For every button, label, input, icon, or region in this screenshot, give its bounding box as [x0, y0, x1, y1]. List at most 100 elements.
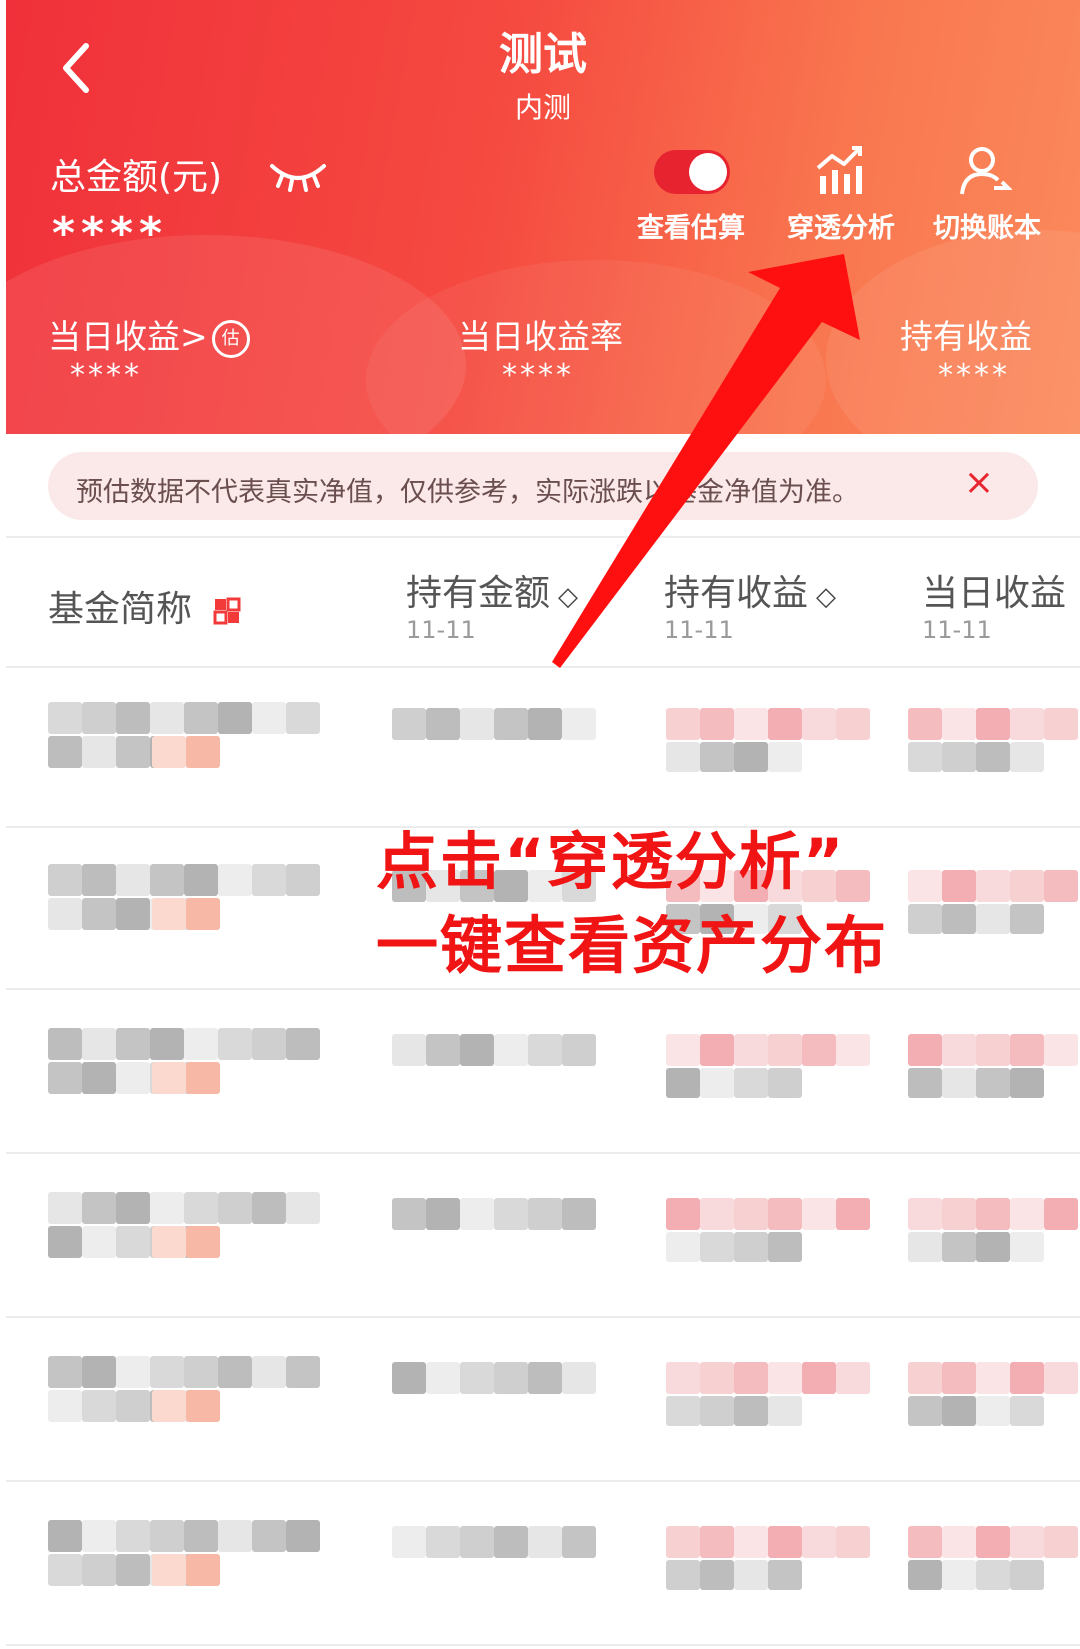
blurred-cell: [562, 1526, 596, 1558]
daily-income-rate-label: 当日收益率: [458, 317, 623, 356]
blurred-cell: [82, 736, 116, 768]
blurred-cell: [908, 1526, 942, 1558]
column-holding-amount-date: 11-11: [406, 616, 476, 644]
column-fund-name[interactable]: 基金简称: [48, 580, 241, 632]
column-daily-income[interactable]: 当日收益: [922, 564, 1066, 616]
blurred-cell: [494, 1034, 528, 1066]
blurred-cell: [1010, 1034, 1044, 1066]
blurred-cell: [48, 1554, 82, 1586]
blurred-cell: [150, 1520, 184, 1552]
blurred-cell: [1010, 1232, 1044, 1262]
blurred-cell: [218, 702, 252, 734]
blurred-cell: [942, 1034, 976, 1066]
blurred-cell: [802, 1198, 836, 1230]
blurred-cell: [494, 1526, 528, 1558]
blurred-cell: [116, 1356, 150, 1388]
blurred-cell: [392, 1362, 426, 1394]
estimate-toggle[interactable]: [654, 150, 730, 194]
blurred-cell: [186, 1554, 220, 1586]
analysis-chart-icon[interactable]: [812, 142, 868, 198]
blurred-cell: [494, 1198, 528, 1230]
blurred-cell: [768, 1362, 802, 1394]
sort-icon[interactable]: ◇: [558, 582, 578, 612]
blurred-cell: [82, 1356, 116, 1388]
blurred-cell: [184, 1356, 218, 1388]
blurred-cell: [48, 1062, 82, 1094]
blurred-cell: [836, 1034, 870, 1066]
blurred-cell: [976, 1198, 1010, 1230]
blurred-cell: [528, 1034, 562, 1066]
blurred-cell: [286, 1028, 320, 1060]
blurred-cell: [1010, 742, 1044, 772]
badge-icon: 估: [211, 319, 250, 358]
blurred-cell: [82, 1226, 116, 1258]
eye-closed-icon[interactable]: [268, 156, 328, 192]
blurred-cell: [942, 904, 976, 934]
blurred-cell: [666, 742, 700, 772]
blurred-cell: [184, 1028, 218, 1060]
blurred-cell: [908, 1034, 942, 1066]
divider: [6, 1152, 1080, 1154]
penetration-analysis-button[interactable]: 穿透分析: [776, 206, 906, 245]
column-holding-income[interactable]: 持有收益 ◇: [664, 564, 836, 616]
blurred-cell: [116, 1192, 150, 1224]
switch-user-icon[interactable]: [958, 144, 1012, 198]
blurred-cell: [48, 736, 82, 768]
blurred-cell: [666, 1068, 700, 1098]
blurred-cell: [1044, 1362, 1078, 1394]
blurred-cell: [48, 1520, 82, 1552]
tool-label-estimate[interactable]: 查看估算: [626, 206, 756, 245]
notice-text: 预估数据不代表真实净值，仅供参考，实际涨跌以基金净值为准。: [76, 477, 859, 508]
blurred-cell: [186, 736, 220, 768]
blurred-cell: [976, 1362, 1010, 1394]
blurred-cell: [82, 702, 116, 734]
switch-ledger-button[interactable]: 切换账本: [922, 206, 1052, 245]
blurred-cell: [82, 898, 116, 930]
close-icon[interactable]: ×: [964, 462, 994, 503]
sort-grid-icon[interactable]: [213, 597, 241, 625]
blurred-cell: [392, 1526, 426, 1558]
blurred-cell: [48, 898, 82, 930]
blurred-cell: [116, 1226, 150, 1258]
blurred-cell: [908, 870, 942, 902]
blurred-cell: [734, 1034, 768, 1066]
column-daily-income-date: 11-11: [922, 616, 992, 644]
blurred-cell: [734, 1068, 768, 1098]
page-subtitle: 内测: [514, 91, 571, 124]
blurred-cell: [942, 708, 976, 740]
blurred-cell: [734, 1362, 768, 1394]
blurred-cell: [152, 1390, 186, 1422]
sort-icon[interactable]: ◇: [816, 582, 836, 612]
blurred-cell: [392, 1034, 426, 1066]
blurred-cell: [426, 1526, 460, 1558]
blurred-cell: [976, 1068, 1010, 1098]
blurred-cell: [976, 742, 1010, 772]
blurred-cell: [252, 702, 286, 734]
blurred-cell: [286, 702, 320, 734]
blurred-cell: [700, 708, 734, 740]
blurred-cell: [768, 708, 802, 740]
header: 测试 内测 总金额(元) **** 查看估算 穿透分析 切换账本 当日收益> 估 …: [6, 0, 1080, 434]
blurred-cell: [768, 1526, 802, 1558]
blurred-cell: [1010, 708, 1044, 740]
blurred-cell: [942, 1362, 976, 1394]
total-amount-label: 总金额(元): [50, 157, 223, 198]
daily-income-label[interactable]: 当日收益> 估: [48, 310, 250, 358]
blurred-cell: [1010, 1198, 1044, 1230]
blurred-cell: [908, 742, 942, 772]
blurred-cell: [184, 702, 218, 734]
daily-income-label-text: 当日收益: [48, 317, 180, 356]
blurred-cell: [426, 1034, 460, 1066]
column-holding-amount[interactable]: 持有金额 ◇: [406, 564, 578, 616]
blurred-cell: [836, 1526, 870, 1558]
blurred-cell: [392, 1198, 426, 1230]
blurred-cell: [116, 1062, 150, 1094]
blurred-cell: [734, 1396, 768, 1426]
blurred-cell: [666, 1560, 700, 1590]
toggle-switch-icon: [689, 153, 727, 191]
blurred-cell: [942, 870, 976, 902]
blurred-cell: [942, 1198, 976, 1230]
blurred-cell: [48, 864, 82, 896]
blurred-cell: [562, 1198, 596, 1230]
blurred-cell: [426, 708, 460, 740]
